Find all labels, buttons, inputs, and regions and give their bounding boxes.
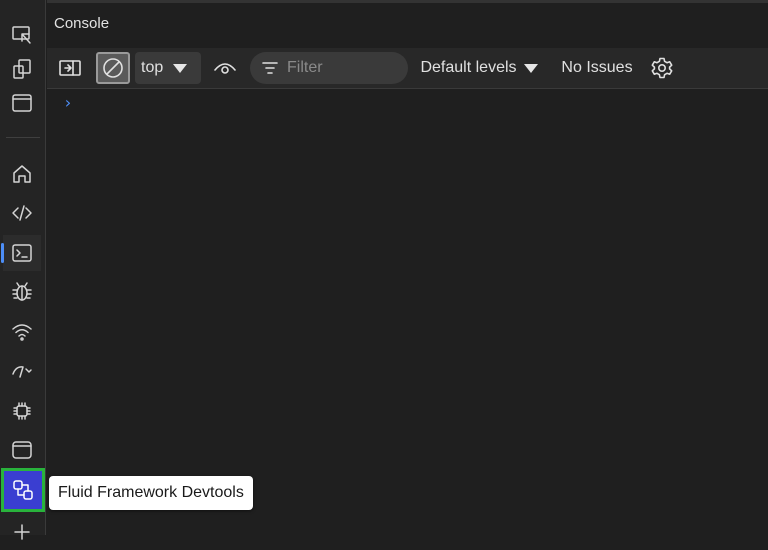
filter-icon — [262, 62, 278, 74]
dropdown-caret-icon — [173, 63, 188, 73]
performance-icon[interactable] — [3, 353, 41, 389]
console-settings-button[interactable] — [647, 52, 677, 84]
levels-label: Default levels — [420, 59, 517, 76]
elements-icon[interactable] — [3, 195, 41, 231]
add-icon[interactable] — [3, 514, 41, 550]
gear-icon — [651, 57, 673, 79]
dropdown-caret-icon — [523, 63, 538, 73]
application-icon[interactable] — [3, 432, 41, 468]
tooltip: Fluid Framework Devtools — [49, 476, 253, 510]
window-icon[interactable] — [3, 85, 41, 121]
show-sidebar-button[interactable] — [55, 52, 85, 84]
clear-icon — [103, 58, 123, 78]
home-icon[interactable] — [3, 156, 41, 192]
sidebar-icon — [59, 60, 81, 76]
context-value: top — [141, 59, 164, 76]
panel-header: Console — [47, 0, 768, 48]
inspect-icon[interactable] — [3, 17, 41, 53]
log-levels-dropdown[interactable]: Default levels — [415, 52, 543, 84]
console-prompt[interactable]: › — [63, 93, 73, 112]
console-output[interactable]: › — [47, 89, 768, 535]
console-toolbar: top Filter Default levels No Issues — [47, 48, 768, 89]
sources-icon[interactable] — [3, 274, 41, 310]
fluid-framework-devtools-icon[interactable] — [1, 468, 45, 512]
issues-label: No Issues — [561, 59, 633, 76]
device-emulation-icon[interactable] — [3, 51, 41, 87]
eye-icon — [214, 63, 236, 74]
network-icon[interactable] — [3, 314, 41, 350]
activity-separator — [6, 137, 40, 138]
clear-console-button[interactable] — [96, 52, 130, 84]
activity-bar — [0, 0, 46, 540]
issues-button[interactable]: No Issues — [557, 52, 637, 84]
panel-title: Console — [54, 15, 110, 32]
filter-input[interactable]: Filter — [250, 52, 408, 84]
memory-icon[interactable] — [3, 393, 41, 429]
live-expression-button[interactable] — [210, 52, 240, 84]
filter-placeholder: Filter — [287, 59, 323, 76]
context-select[interactable]: top — [135, 52, 201, 84]
console-icon[interactable] — [1, 235, 41, 271]
tooltip-text: Fluid Framework Devtools — [58, 484, 244, 501]
